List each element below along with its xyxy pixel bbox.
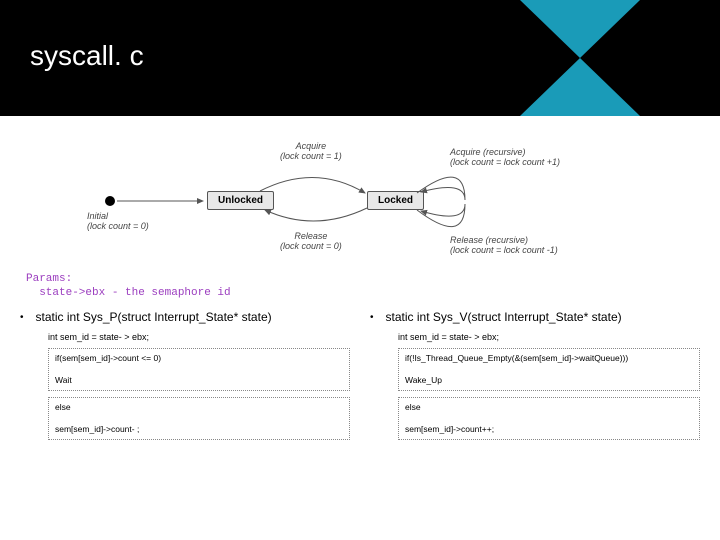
bullet: • [20,310,24,323]
sys-p-else-box: else sem[sem_id]->count- ; [48,397,350,440]
params-comment: Params: state->ebx - the semaphore id [26,272,231,301]
sys-p-signature: static int Sys_P(struct Interrupt_State*… [36,310,272,324]
sys-v-signature: static int Sys_V(struct Interrupt_State*… [386,310,622,324]
sys-v-var: int sem_id = state- > ebx; [398,332,700,342]
params-line2: state->ebx - the semaphore id [26,286,231,300]
state-diagram: Initial (lock count = 0) Unlocked Locked… [105,118,615,268]
right-column: • static int Sys_V(struct Interrupt_Stat… [370,310,700,446]
params-line1: Params: [26,272,231,286]
decorative-triangles [520,0,640,116]
sys-p-if-box: if(sem[sem_id]->count <= 0) Wait [48,348,350,391]
sys-p-var: int sem_id = state- > ebx; [48,332,350,342]
left-column: • static int Sys_P(struct Interrupt_Stat… [20,310,350,446]
sys-v-if-box: if(!Is_Thread_Queue_Empty(&(sem[sem_id]-… [398,348,700,391]
diagram-arrows [105,118,615,268]
sys-v-else-box: else sem[sem_id]->count++; [398,397,700,440]
code-columns: • static int Sys_P(struct Interrupt_Stat… [20,310,700,446]
bullet: • [370,310,374,323]
slide-header: syscall. c [0,0,720,116]
